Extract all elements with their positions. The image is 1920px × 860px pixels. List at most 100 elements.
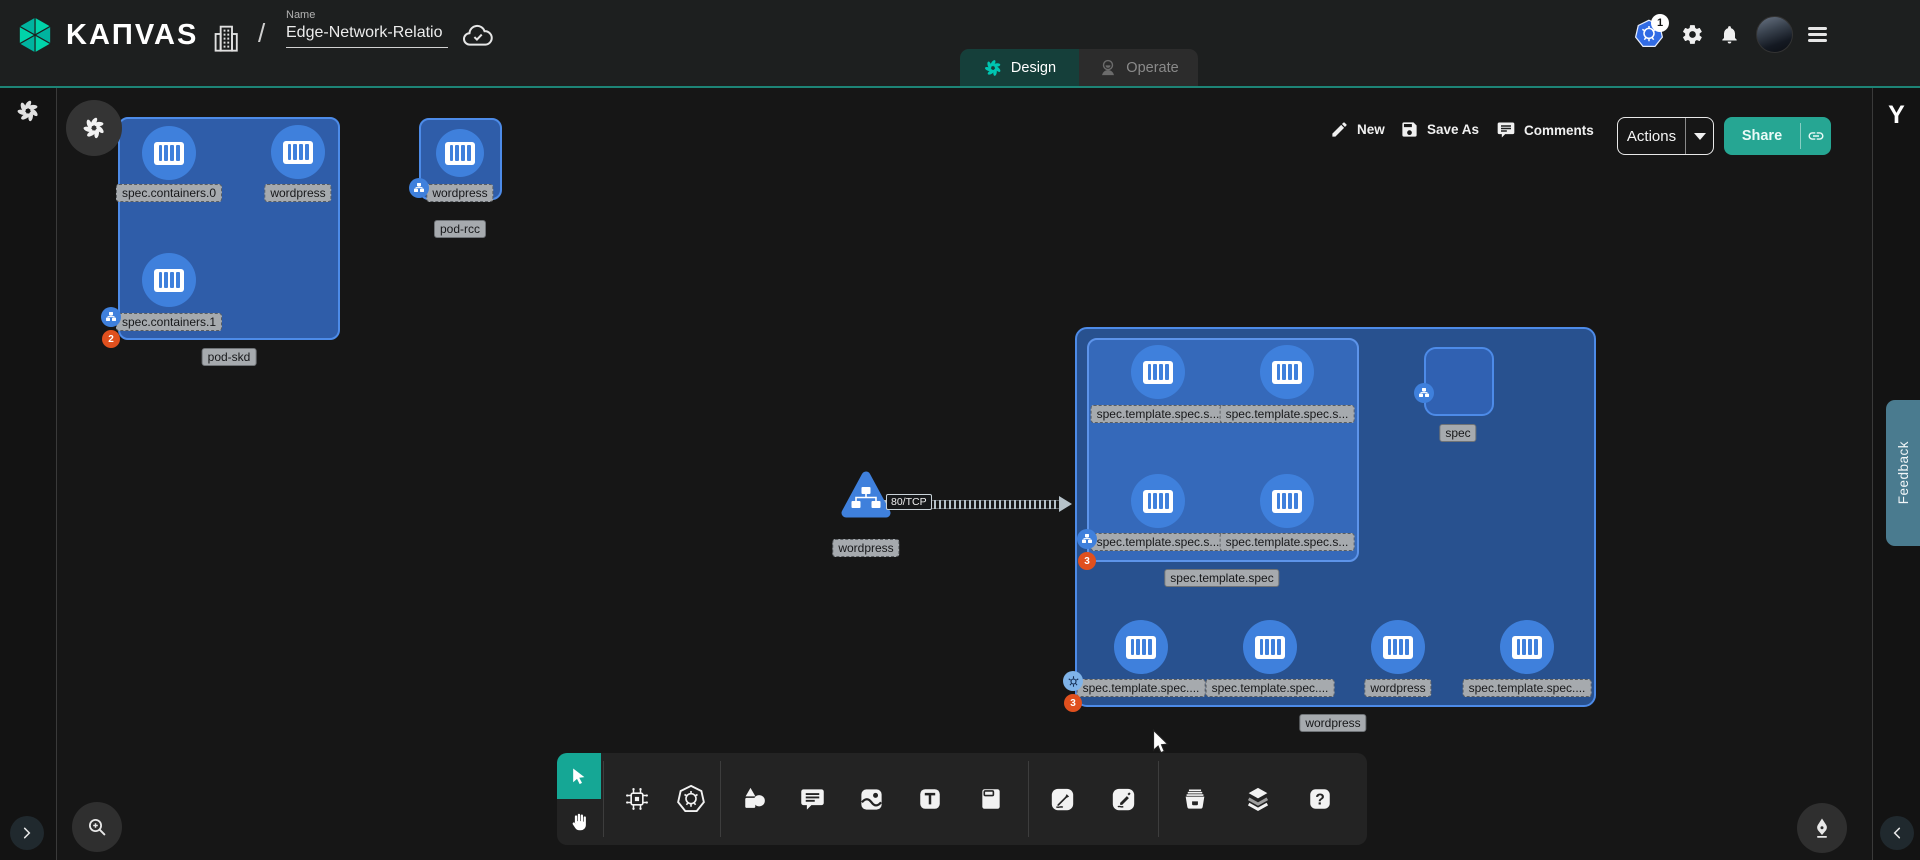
shapes-icon xyxy=(740,785,768,813)
pan-tool-button[interactable] xyxy=(557,799,601,845)
container-icon xyxy=(1143,361,1173,384)
toolbar-divider xyxy=(1158,761,1159,837)
toolbar-divider xyxy=(603,761,604,837)
name-field-label: Name xyxy=(286,9,448,21)
container-icon xyxy=(1126,636,1156,659)
alert-count-badge[interactable]: 2 xyxy=(102,330,120,348)
group-label: pod-skd xyxy=(202,348,257,366)
comment-icon xyxy=(799,786,826,813)
container-node[interactable] xyxy=(1500,620,1554,674)
canvas-toolbar: ? xyxy=(557,753,1367,845)
node-label: spec.template.spec.... xyxy=(1077,679,1206,697)
new-button[interactable]: New xyxy=(1330,120,1385,139)
whiteboard-pen-button[interactable] xyxy=(1797,803,1847,853)
share-button[interactable]: Share xyxy=(1724,117,1831,155)
tab-operate[interactable]: Operate xyxy=(1079,49,1198,86)
feedback-tab[interactable]: Feedback xyxy=(1886,400,1920,546)
organization-icon[interactable] xyxy=(210,22,242,59)
alert-count-badge[interactable]: 3 xyxy=(1064,694,1082,712)
expand-left-panel-button[interactable] xyxy=(10,816,44,850)
left-rail xyxy=(0,88,57,860)
pencil-sketch-icon xyxy=(1110,786,1137,813)
container-node[interactable] xyxy=(1371,620,1425,674)
container-icon xyxy=(1255,636,1285,659)
pod-badge-icon[interactable] xyxy=(1414,383,1434,403)
sketch-tool-button[interactable] xyxy=(1103,779,1143,819)
container-icon xyxy=(1272,490,1302,513)
container-node[interactable] xyxy=(436,129,484,177)
container-node[interactable] xyxy=(1131,474,1185,528)
actions-dropdown-button[interactable]: Actions xyxy=(1617,117,1714,155)
container-node[interactable] xyxy=(142,253,196,307)
zoom-button[interactable] xyxy=(72,802,122,852)
container-icon xyxy=(1272,361,1302,384)
save-as-button[interactable]: Save As xyxy=(1400,120,1479,139)
group-label: pod-rcc xyxy=(434,220,486,238)
magnifier-plus-icon xyxy=(85,815,109,839)
context-count-badge: 1 xyxy=(1651,14,1669,32)
kubernetes-tool-button[interactable] xyxy=(671,779,711,819)
expand-right-panel-button[interactable] xyxy=(1880,816,1914,850)
operate-tab-icon xyxy=(1098,58,1118,78)
user-avatar[interactable] xyxy=(1756,16,1793,53)
mode-tabs: Design Operate xyxy=(960,49,1198,86)
pod-badge-icon[interactable] xyxy=(101,307,121,327)
svg-text:?: ? xyxy=(1315,791,1325,808)
drawer-icon xyxy=(1181,785,1209,813)
actions-caret-button[interactable] xyxy=(1686,133,1713,140)
cursor-arrow-icon xyxy=(569,766,589,786)
image-icon xyxy=(858,786,885,813)
design-name-field[interactable]: Name Edge-Network-Relatio xyxy=(286,9,448,48)
cloud-saved-icon[interactable] xyxy=(462,22,494,55)
select-tool-button[interactable] xyxy=(557,753,601,799)
node-label: spec.containers.0 xyxy=(116,184,222,202)
container-node[interactable] xyxy=(142,126,196,180)
drawer-tool-button[interactable] xyxy=(1175,779,1215,819)
tab-design[interactable]: Design xyxy=(960,49,1079,86)
hand-icon xyxy=(568,811,590,833)
yaml-panel-icon[interactable]: Y xyxy=(1873,101,1920,130)
kubernetes-badge-icon[interactable] xyxy=(1063,671,1083,691)
node-label: spec.template.spec.... xyxy=(1206,679,1335,697)
node-spec[interactable] xyxy=(1424,347,1494,416)
shapes-tool-button[interactable] xyxy=(734,779,774,819)
chevron-down-icon xyxy=(1694,133,1706,140)
edge-port-label: 80/TCP xyxy=(886,494,932,510)
node-label: spec.template.spec.... xyxy=(1463,679,1592,697)
help-tool-button[interactable]: ? xyxy=(1300,779,1340,819)
pod-badge-icon[interactable] xyxy=(409,178,429,198)
text-tool-button[interactable] xyxy=(910,779,950,819)
container-node[interactable] xyxy=(1131,345,1185,399)
operate-tab-label: Operate xyxy=(1126,60,1178,76)
pen-tool-button[interactable] xyxy=(1042,779,1082,819)
kanvas-logo[interactable]: KAΠVAS xyxy=(14,14,198,56)
container-icon xyxy=(283,141,313,164)
pencil-icon xyxy=(1330,120,1349,139)
layers-tool-button[interactable] xyxy=(1238,779,1278,819)
container-node[interactable] xyxy=(1243,620,1297,674)
group-spec-template-spec[interactable] xyxy=(1087,338,1359,562)
container-node[interactable] xyxy=(1260,345,1314,399)
kanvas-logo-icon xyxy=(14,14,56,56)
mouse-cursor-icon xyxy=(1148,728,1172,763)
service-node[interactable] xyxy=(840,468,892,531)
name-field-value[interactable]: Edge-Network-Relatio xyxy=(286,24,448,48)
comments-icon xyxy=(1496,120,1516,140)
container-node[interactable] xyxy=(1114,620,1168,674)
group-label: spec.template.spec xyxy=(1164,569,1279,587)
comment-tool-button[interactable] xyxy=(792,779,832,819)
container-node[interactable] xyxy=(271,125,325,179)
notifications-bell-icon[interactable] xyxy=(1719,23,1740,51)
settings-gear-icon[interactable] xyxy=(1681,23,1704,51)
copy-link-button[interactable] xyxy=(1801,127,1831,145)
container-node[interactable] xyxy=(1260,474,1314,528)
alert-count-badge[interactable]: 3 xyxy=(1078,552,1096,570)
components-tool-button[interactable] xyxy=(617,779,657,819)
pod-badge-icon[interactable] xyxy=(1077,529,1097,549)
meshery-swirl-icon[interactable] xyxy=(15,98,41,129)
image-tool-button[interactable] xyxy=(851,779,891,819)
menu-hamburger-icon[interactable] xyxy=(1808,27,1827,45)
kubernetes-cluster-button[interactable] xyxy=(66,100,122,156)
note-tool-button[interactable] xyxy=(971,779,1011,819)
comments-button[interactable]: Comments xyxy=(1496,120,1594,140)
